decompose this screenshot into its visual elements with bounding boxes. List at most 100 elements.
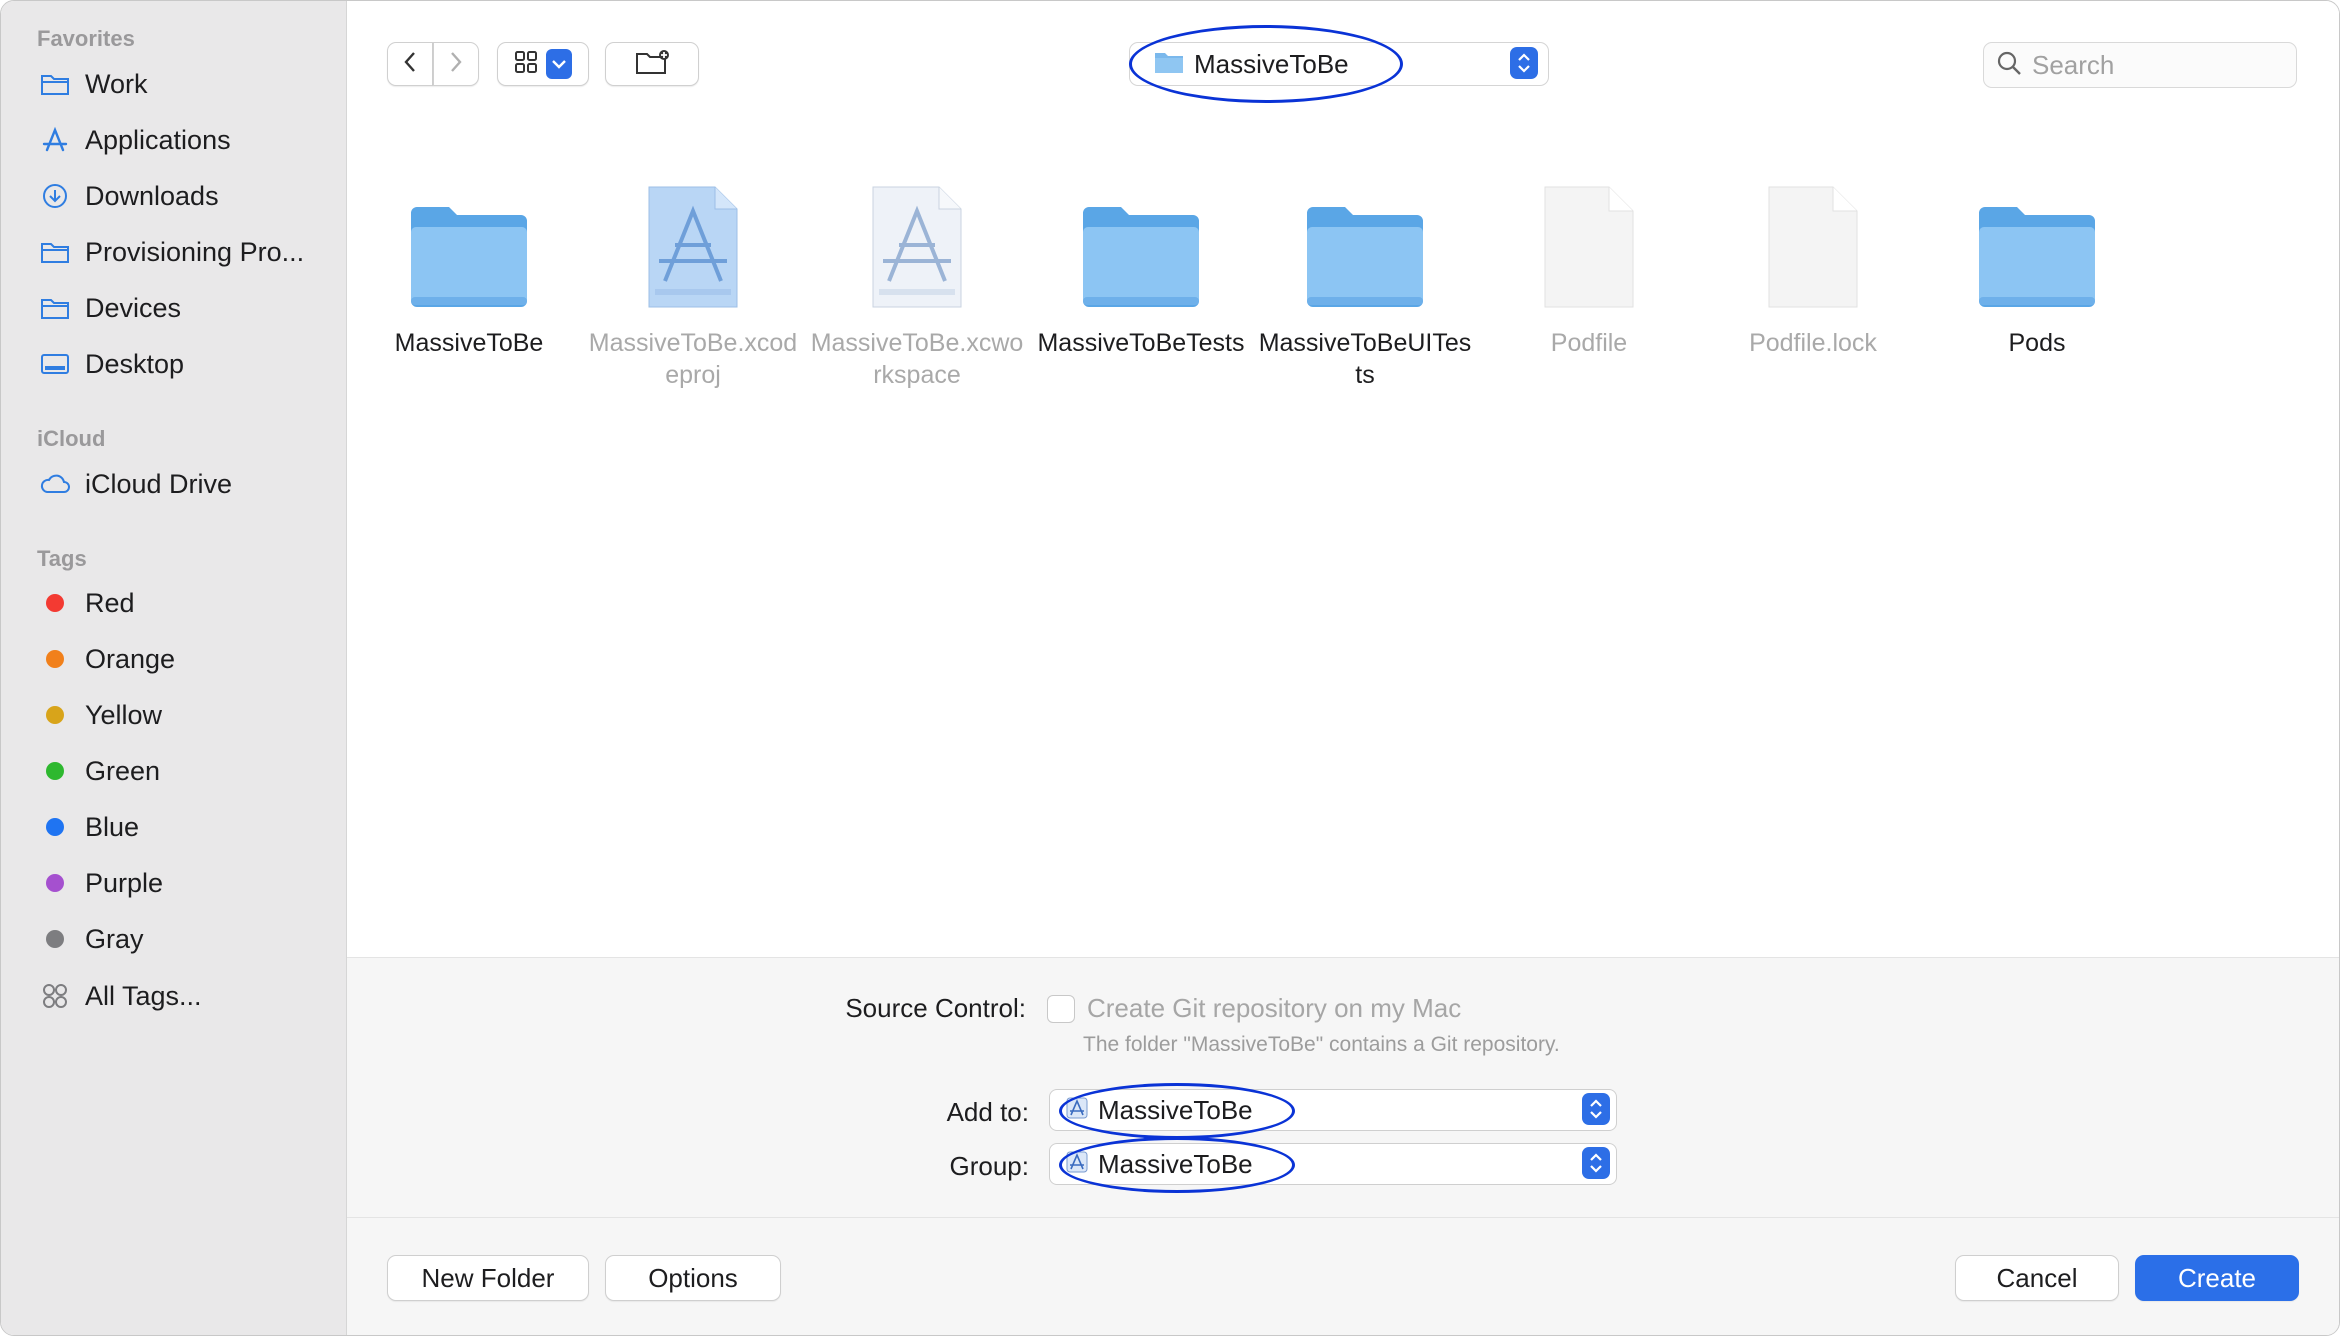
sidebar-item-label: Work	[85, 68, 148, 99]
tag-color-icon	[37, 921, 73, 957]
folder-icon	[1154, 50, 1184, 79]
location-label: MassiveToBe	[1194, 48, 1349, 79]
icloud-heading: iCloud	[37, 426, 106, 451]
search-field[interactable]: Search	[1983, 42, 2297, 88]
xcworkspace-icon	[837, 177, 997, 309]
file-name: Podfile.lock	[1749, 329, 1877, 357]
xcodeproj-icon	[613, 177, 773, 309]
folder-icon	[1061, 177, 1221, 309]
tag-color-icon	[37, 641, 73, 677]
sidebar-item-desktop[interactable]: Desktop	[37, 339, 337, 389]
sidebar-item-label: Provisioning Pro...	[85, 236, 305, 267]
sidebar-item-tag-blue[interactable]: Blue	[37, 802, 337, 852]
chevron-down-icon	[546, 49, 572, 79]
add-to-stepper-icon	[1582, 1093, 1610, 1125]
search-input: Search	[2032, 49, 2115, 80]
source-control-label: Source Control:	[845, 993, 1026, 1023]
file-item[interactable]: MassiveToBe.xcworkspace	[809, 177, 1025, 391]
sidebar-item-devices[interactable]: Devices	[37, 283, 337, 333]
file-item[interactable]: MassiveToBe	[361, 177, 577, 359]
file-name: MassiveToBeUITests	[1258, 329, 1472, 389]
document-icon	[1509, 177, 1669, 309]
group-popup[interactable]: MassiveToBe	[1049, 1143, 1617, 1185]
sidebar-item-label: Applications	[85, 124, 231, 155]
group-value: MassiveToBe	[1098, 1148, 1253, 1179]
folder-icon	[389, 177, 549, 309]
folder-icon	[1285, 177, 1445, 309]
applications-icon	[37, 122, 73, 158]
file-name: MassiveToBe	[394, 329, 544, 357]
sidebar-item-label: Downloads	[85, 180, 219, 211]
create-button[interactable]: Create	[2135, 1255, 2299, 1301]
git-checkbox-label: Create Git repository on my Mac	[1087, 993, 1462, 1023]
toolbar: MassiveToBe Search	[347, 1, 2339, 128]
folder-icon	[37, 290, 73, 326]
file-item[interactable]: Pods	[1929, 177, 2145, 359]
chevron-left-icon	[402, 50, 418, 79]
sidebar-item-label: Green	[85, 755, 161, 786]
sidebar-item-tag-purple[interactable]: Purple	[37, 858, 337, 908]
sidebar-item-tag-yellow[interactable]: Yellow	[37, 690, 337, 740]
sidebar-item-applications[interactable]: Applications	[37, 115, 337, 165]
sidebar-item-label: Purple	[85, 867, 164, 898]
desktop-icon	[37, 346, 73, 382]
file-name: MassiveToBe.xcodeproj	[588, 329, 798, 389]
save-dialog: Favorites Work Applications Downloads Pr…	[0, 0, 2340, 1336]
sidebar-item-label: Devices	[85, 292, 182, 323]
file-name: Podfile	[1550, 329, 1628, 357]
sidebar-item-label: Desktop	[85, 348, 185, 379]
add-to-popup[interactable]: MassiveToBe	[1049, 1089, 1617, 1131]
folder-icon	[37, 234, 73, 270]
tag-color-icon	[37, 697, 73, 733]
new-folder-toolbar-button[interactable]	[605, 42, 699, 86]
file-name: MassiveToBe.xcworkspace	[810, 329, 1024, 389]
sidebar-item-tag-green[interactable]: Green	[37, 746, 337, 796]
sidebar-item-label: All Tags...	[85, 980, 202, 1011]
add-to-label: Add to:	[946, 1097, 1029, 1127]
search-icon	[1996, 50, 2022, 81]
file-name: Pods	[2008, 329, 2066, 357]
tag-color-icon	[37, 865, 73, 901]
new-folder-button[interactable]: New Folder	[387, 1255, 589, 1301]
cancel-button[interactable]: Cancel	[1955, 1255, 2119, 1301]
sidebar-item-label: iCloud Drive	[85, 468, 233, 499]
back-button[interactable]	[387, 42, 433, 86]
sidebar-item-downloads[interactable]: Downloads	[37, 171, 337, 221]
location-popup[interactable]: MassiveToBe	[1129, 42, 1549, 86]
sidebar-item-label: Blue	[85, 811, 140, 842]
group-stepper-icon	[1582, 1147, 1610, 1179]
location-stepper-icon	[1510, 47, 1538, 79]
downloads-icon	[37, 178, 73, 214]
view-mode-button[interactable]	[497, 42, 589, 86]
sidebar-item-label: Gray	[85, 923, 144, 954]
group-label: Group:	[949, 1151, 1030, 1181]
forward-button[interactable]	[433, 42, 479, 86]
add-to-value: MassiveToBe	[1098, 1094, 1253, 1125]
file-item[interactable]: Podfile.lock	[1705, 177, 1921, 359]
xcode-project-icon	[1066, 1097, 1088, 1124]
favorites-heading: Favorites	[37, 26, 135, 51]
file-item[interactable]: MassiveToBe.xcodeproj	[585, 177, 801, 391]
options-button[interactable]: Options	[605, 1255, 781, 1301]
chevron-right-icon	[448, 50, 464, 79]
tag-color-icon	[37, 585, 73, 621]
sidebar-item-label: Orange	[85, 643, 176, 674]
grid-view-icon	[514, 50, 538, 79]
sidebar-item-icloud-drive[interactable]: iCloud Drive	[37, 459, 337, 509]
sidebar-item-work[interactable]: Work	[37, 59, 337, 109]
tag-color-icon	[37, 753, 73, 789]
sidebar-item-tag-gray[interactable]: Gray	[37, 914, 337, 964]
file-name: MassiveToBeTests	[1037, 329, 1245, 357]
sidebar-item-all-tags[interactable]: All Tags...	[37, 971, 337, 1021]
file-item[interactable]: Podfile	[1481, 177, 1697, 359]
file-browser: MassiveToBe MassiveToBe.xcodeproj MassiveT…	[347, 127, 2339, 957]
sidebar-item-tag-red[interactable]: Red	[37, 578, 337, 628]
file-item[interactable]: MassiveToBeUITests	[1257, 177, 1473, 391]
git-checkbox[interactable]	[1047, 995, 1075, 1023]
file-item[interactable]: MassiveToBeTests	[1033, 177, 1249, 359]
sidebar-item-tag-orange[interactable]: Orange	[37, 634, 337, 684]
sidebar-item-provisioning[interactable]: Provisioning Pro...	[37, 227, 337, 277]
sidebar-item-label: Yellow	[85, 699, 163, 730]
folder-icon	[37, 66, 73, 102]
git-note: The folder "MassiveToBe" contains a Git …	[1083, 1033, 1560, 1056]
